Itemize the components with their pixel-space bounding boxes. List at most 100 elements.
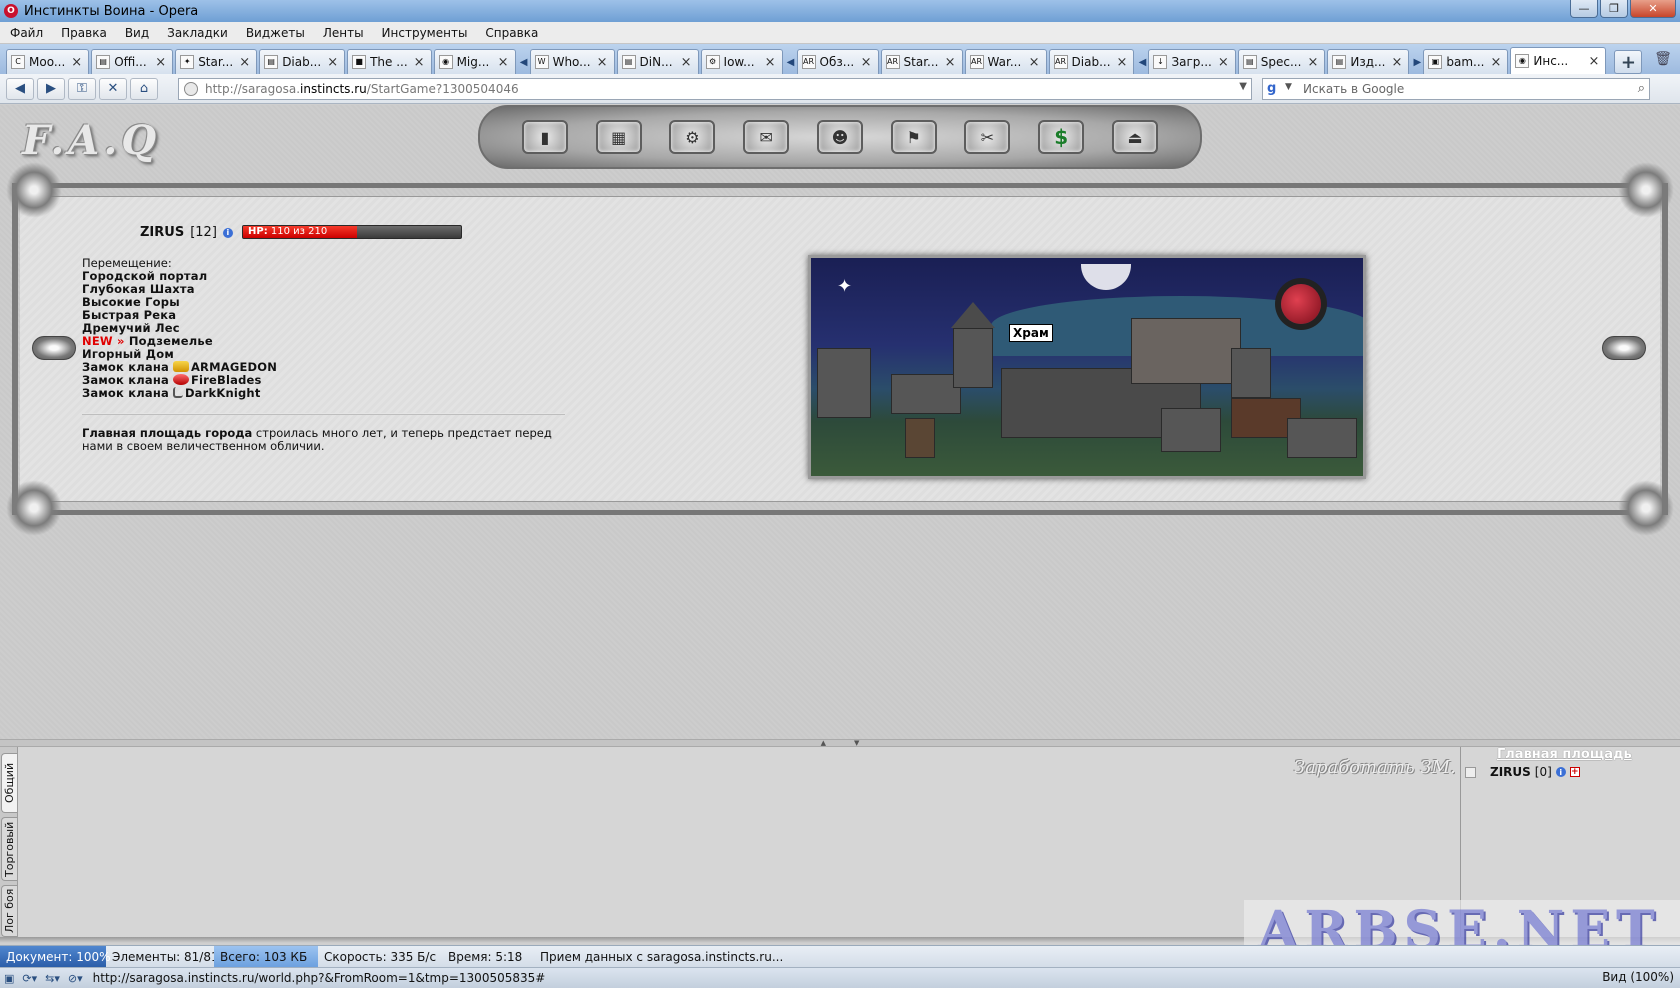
settings-gear-icon[interactable]: ⚙ <box>669 120 716 154</box>
tab-group-arrow-icon[interactable]: ◀ <box>785 50 797 74</box>
browser-tab[interactable]: ▤ DiN... × <box>616 49 699 74</box>
splitter-up-icon[interactable]: ▲ <box>821 740 826 747</box>
home-icon[interactable]: ⌂ <box>130 77 158 100</box>
tab-close-icon[interactable]: × <box>239 55 250 70</box>
tab-close-icon[interactable]: × <box>945 55 956 70</box>
stats-icon[interactable]: ▮ <box>521 120 568 154</box>
fortress-building[interactable] <box>1131 318 1241 384</box>
tab-group-arrow-icon[interactable]: ◀ <box>1136 50 1148 74</box>
tab-close-icon[interactable]: × <box>765 55 776 70</box>
user-name[interactable]: ZIRUS <box>1490 765 1531 779</box>
browser-tab[interactable]: AR Diab... × <box>1048 49 1135 74</box>
forward-icon[interactable]: ▶ <box>37 77 65 100</box>
block-icon[interactable]: ⊘▾ <box>64 969 87 987</box>
earn-gold-link[interactable]: Заработать ЗМ. <box>1294 757 1456 778</box>
clan-flag-icon[interactable]: ⚑ <box>890 120 937 154</box>
tab-close-icon[interactable]: × <box>1307 55 1318 70</box>
share-icon[interactable]: ⇆▾ <box>41 969 64 987</box>
browser-tab[interactable]: ■ The ... × <box>347 49 432 74</box>
refresh-icon[interactable]: ⟳▾ <box>18 969 41 987</box>
tab-close-icon[interactable]: × <box>1588 54 1599 69</box>
tab-general-chat[interactable]: Общий <box>1 753 17 813</box>
menu-tools[interactable]: Инструменты <box>382 26 468 40</box>
address-dropdown-icon[interactable]: ▼ <box>1239 81 1247 92</box>
tab-trade-chat[interactable]: Торговый <box>1 817 17 881</box>
character-icon[interactable]: ☻ <box>816 120 863 154</box>
minimize-button[interactable]: — <box>1570 0 1598 18</box>
browser-tab[interactable]: ⚙ Iow... × <box>700 49 783 74</box>
address-field[interactable]: http://saragosa. instincts.ru/StartGame?1… <box>178 78 1252 100</box>
player-info-icon[interactable]: i <box>222 227 233 238</box>
google-icon[interactable]: g <box>1267 81 1276 96</box>
site-info-icon[interactable] <box>184 82 198 96</box>
tab-group-arrow-icon[interactable]: ▶ <box>1411 50 1423 74</box>
wand-key-icon[interactable]: ⚿ <box>68 77 96 100</box>
menu-edit[interactable]: Правка <box>61 26 107 40</box>
tab-close-icon[interactable]: × <box>861 55 872 70</box>
trash-icon[interactable]: 🗑 <box>1652 48 1674 70</box>
close-window-button[interactable]: ✕ <box>1630 0 1676 18</box>
faq-logo[interactable]: F.A.Q <box>22 117 160 164</box>
tab-close-icon[interactable]: × <box>71 55 82 70</box>
exit-door-icon[interactable]: ⏏ <box>1112 120 1158 154</box>
game-page: F.A.Q ▮ ▦ ⚙ ✉ ☻ ⚑ ✂ $ ⏏ ZIRUS [12] i HP:… <box>0 105 1680 739</box>
menu-bookmarks[interactable]: Закладки <box>167 26 228 40</box>
panel-toggle-icon[interactable]: ▣ <box>0 969 18 987</box>
search-engine-dropdown-icon[interactable]: ▼ <box>1285 82 1292 92</box>
browser-tab[interactable]: ▣ bam... × <box>1423 49 1509 74</box>
tab-close-icon[interactable]: × <box>498 55 509 70</box>
tab-battle-log[interactable]: Лог боя <box>1 885 17 937</box>
browser-tab[interactable]: ▤ Diab... × <box>259 49 346 74</box>
browser-tab[interactable]: W Who... × <box>529 49 615 74</box>
browser-tab[interactable]: ▤ Изд... × <box>1327 49 1410 74</box>
browser-tab[interactable]: AR War... × <box>964 49 1047 74</box>
frame-splitter[interactable]: ▲ ▼ <box>0 739 1680 747</box>
dollar-icon[interactable]: $ <box>1038 120 1085 154</box>
search-icon[interactable]: ⌕ <box>1638 81 1645 96</box>
temple-building[interactable] <box>953 328 993 388</box>
browser-tab[interactable]: AR Star... × <box>880 49 963 74</box>
browser-tab-active[interactable]: ◉ Инс... × <box>1510 47 1607 74</box>
tab-close-icon[interactable]: × <box>155 55 166 70</box>
browser-tab[interactable]: ↓ Загр... × <box>1148 49 1236 74</box>
user-select-checkbox[interactable] <box>1465 766 1476 778</box>
mail-icon[interactable]: ✉ <box>743 120 790 154</box>
tools-icon[interactable]: ✂ <box>964 120 1011 154</box>
tab-close-icon[interactable]: × <box>681 55 692 70</box>
browser-tab[interactable]: ◉ Mig... × <box>433 49 516 74</box>
tab-close-icon[interactable]: × <box>1391 55 1402 70</box>
browser-tab[interactable]: ✦ Star... × <box>175 49 258 74</box>
browser-tab[interactable]: C Moo... × <box>6 49 90 74</box>
menu-help[interactable]: Справка <box>485 26 538 40</box>
room-title-link[interactable]: Главная площадь <box>1497 747 1632 762</box>
tab-close-icon[interactable]: × <box>1029 55 1040 70</box>
menu-widgets[interactable]: Виджеты <box>246 26 305 40</box>
browser-tab[interactable]: ▤ Offi... × <box>91 49 174 74</box>
splitter-down-icon[interactable]: ▼ <box>854 740 859 747</box>
new-tab-button[interactable]: + <box>1614 50 1643 74</box>
user-info-icon[interactable]: i <box>1555 767 1566 777</box>
tab-close-icon[interactable]: × <box>1117 55 1128 70</box>
tab-close-icon[interactable]: × <box>1218 55 1229 70</box>
menu-view[interactable]: Вид <box>125 26 149 40</box>
stop-icon[interactable]: ✕ <box>99 77 127 100</box>
tab-close-icon[interactable]: × <box>327 55 338 70</box>
maximize-button[interactable]: ❐ <box>1600 0 1628 18</box>
tab-group-arrow-icon[interactable]: ◀ <box>518 50 530 74</box>
zoom-view[interactable]: Вид (100%) <box>1602 970 1674 984</box>
tab-close-icon[interactable]: × <box>597 55 608 70</box>
browser-tab[interactable]: ▤ Spec... × <box>1237 49 1326 74</box>
clan-castle-link[interactable]: Замок клана DarkKnight <box>82 387 277 400</box>
tab-close-icon[interactable]: × <box>1490 55 1501 70</box>
menu-file[interactable]: Файл <box>10 26 43 40</box>
player-name[interactable]: ZIRUS <box>140 225 184 240</box>
browser-tab[interactable]: AR Обз... × <box>796 49 879 74</box>
back-icon[interactable]: ◀ <box>6 77 34 100</box>
inventory-icon[interactable]: ▦ <box>595 120 642 154</box>
private-plus-icon[interactable]: + <box>1569 767 1580 777</box>
menu-feeds[interactable]: Ленты <box>323 26 364 40</box>
status-document: Документ: 100% <box>0 945 111 968</box>
search-field[interactable]: g ▼ Искать в Google ⌕ <box>1262 78 1650 100</box>
tab-close-icon[interactable]: × <box>414 55 425 70</box>
city-scene-image[interactable]: ✦ ✦ Храм <box>808 255 1366 479</box>
